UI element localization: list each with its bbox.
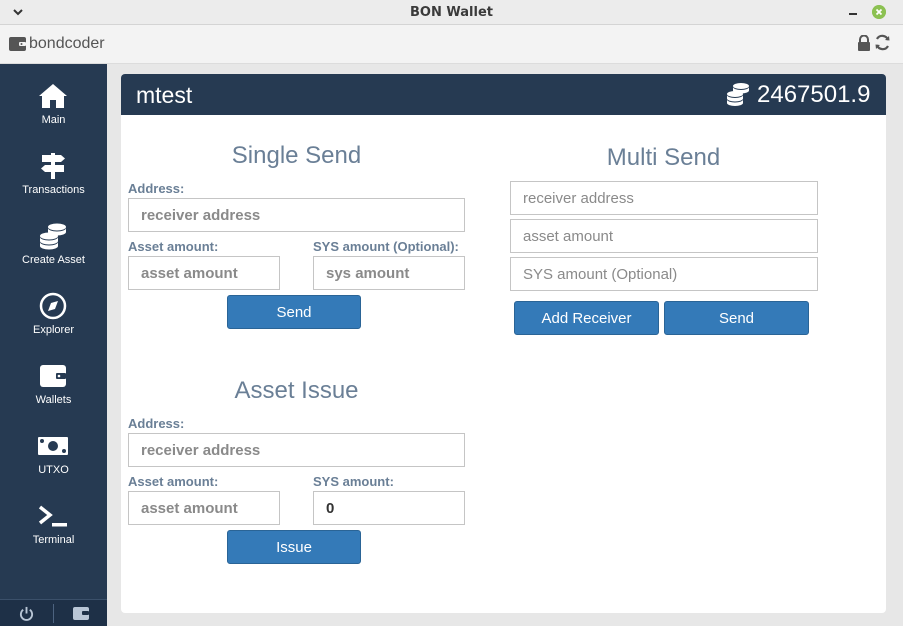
compass-icon: [39, 292, 67, 320]
sidebar-item-label: Main: [41, 114, 66, 126]
sidebar-item-label: UTXO: [38, 464, 69, 476]
single-send-asset-label: Asset amount:: [128, 239, 219, 254]
sidebar-item-create-asset[interactable]: Create Asset: [0, 204, 107, 274]
sidebar-item-label: Explorer: [33, 324, 74, 336]
asset-issue-sys-label: SYS amount:: [313, 474, 394, 489]
sidebar-item-terminal[interactable]: Terminal: [0, 484, 107, 554]
asset-issue-title: Asset Issue: [234, 377, 359, 404]
single-send-button[interactable]: Send: [227, 295, 361, 329]
sidebar: Main Transactions Create Asset Explorer: [0, 64, 107, 626]
coins-icon: [40, 223, 66, 250]
asset-issue-asset-label: Asset amount:: [128, 474, 219, 489]
sidebar-item-label: Wallets: [35, 394, 72, 406]
sidebar-item-explorer[interactable]: Explorer: [0, 274, 107, 344]
lock-icon[interactable]: [857, 35, 871, 51]
sidebar-item-transactions[interactable]: Transactions: [0, 134, 107, 204]
home-icon: [39, 84, 67, 108]
minimize-icon[interactable]: [845, 3, 861, 19]
sidebar-item-label: Terminal: [32, 534, 75, 546]
sync-icon[interactable]: [874, 34, 891, 51]
multi-send-asset-input[interactable]: [510, 219, 818, 253]
window-title: BON Wallet: [410, 5, 493, 20]
single-send-sys-label: SYS amount (Optional):: [313, 239, 459, 254]
main-panel: mtest 2467501.9 Single Send Address: Ass…: [121, 74, 886, 613]
close-icon[interactable]: [872, 5, 886, 19]
sidebar-item-utxo[interactable]: UTXO: [0, 414, 107, 484]
sidebar-item-wallets[interactable]: Wallets: [0, 344, 107, 414]
asset-issue-asset-input[interactable]: [128, 491, 280, 525]
sidebar-footer: [0, 599, 107, 626]
sidebar-item-label: Transactions: [22, 184, 85, 196]
wallet-icon: [40, 365, 66, 387]
money-bill-icon: [38, 437, 68, 455]
multi-send-button[interactable]: Send: [664, 301, 809, 335]
asset-issue-address-label: Address:: [128, 416, 185, 431]
add-receiver-button[interactable]: Add Receiver: [514, 301, 659, 335]
single-send-address-label: Address:: [128, 181, 185, 196]
single-send-sys-input[interactable]: [313, 256, 465, 290]
wallet-icon: [9, 37, 26, 51]
account-balance: 2467501.9: [757, 81, 871, 108]
coins-icon: [727, 83, 749, 106]
sidebar-item-label: Create Asset: [22, 254, 85, 266]
wallet-icon: [73, 607, 89, 620]
multi-send-sys-input[interactable]: [510, 257, 818, 291]
account-header: mtest 2467501.9: [121, 74, 886, 115]
terminal-icon: [38, 505, 67, 527]
multi-send-title: Multi Send: [606, 144, 721, 171]
app-header: bondcoder: [0, 25, 903, 64]
asset-issue-sys-input[interactable]: [313, 491, 465, 525]
issue-button[interactable]: Issue: [227, 530, 361, 564]
asset-issue-address-input[interactable]: [128, 433, 465, 467]
single-send-title: Single Send: [231, 142, 362, 169]
single-send-asset-input[interactable]: [128, 256, 280, 290]
signpost-icon: [41, 153, 65, 179]
power-icon: [19, 606, 34, 621]
window-titlebar: BON Wallet: [0, 0, 903, 25]
account-name: mtest: [136, 82, 193, 108]
wallet-footer-button[interactable]: [54, 600, 107, 626]
sidebar-item-main[interactable]: Main: [0, 64, 107, 134]
username: bondcoder: [29, 35, 105, 52]
single-send-address-input[interactable]: [128, 198, 465, 232]
power-button[interactable]: [0, 600, 53, 626]
multi-send-address-input[interactable]: [510, 181, 818, 215]
